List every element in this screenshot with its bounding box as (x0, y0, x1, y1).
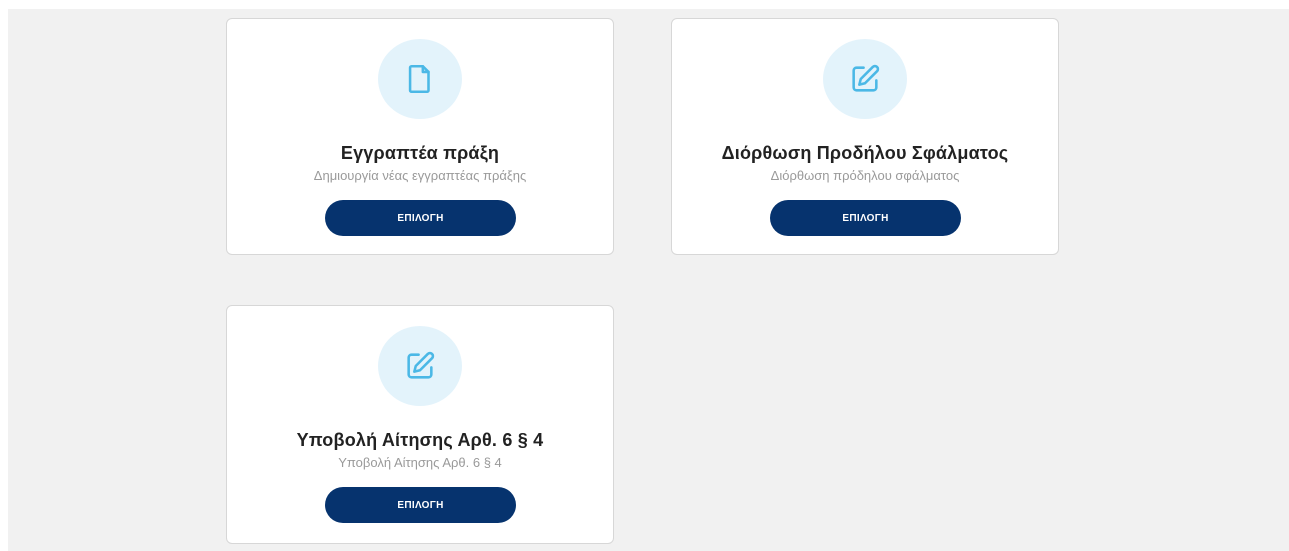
card-error-correction: Διόρθωση Προδήλου Σφάλματος Διόρθωση πρό… (671, 18, 1059, 255)
document-icon (408, 64, 430, 94)
card-icon-circle (378, 326, 462, 406)
card-subtitle: Διόρθωση πρόδηλου σφάλματος (770, 168, 960, 183)
card-icon-circle (378, 39, 462, 119)
select-button[interactable]: ΕΠΙΛΟΓΗ (770, 200, 961, 236)
card-application-submission: Υποβολή Αίτησης Αρθ. 6 § 4 Υποβολή Αίτησ… (226, 305, 614, 544)
card-icon-circle (823, 39, 907, 119)
card-subtitle: Υποβολή Αίτησης Αρθ. 6 § 4 (338, 455, 502, 470)
edit-icon (852, 64, 880, 92)
content-panel (8, 9, 1289, 551)
card-title: Διόρθωση Προδήλου Σφάλματος (721, 143, 1009, 163)
edit-icon (407, 351, 435, 379)
card-registrable-act: Εγγραπτέα πράξη Δημιουργία νέας εγγραπτέ… (226, 18, 614, 255)
select-button[interactable]: ΕΠΙΛΟΓΗ (325, 487, 516, 523)
card-subtitle: Δημιουργία νέας εγγραπτέας πράξης (313, 168, 527, 183)
select-button[interactable]: ΕΠΙΛΟΓΗ (325, 200, 516, 236)
card-title: Εγγραπτέα πράξη (340, 143, 500, 163)
card-title: Υποβολή Αίτησης Αρθ. 6 § 4 (296, 430, 544, 450)
